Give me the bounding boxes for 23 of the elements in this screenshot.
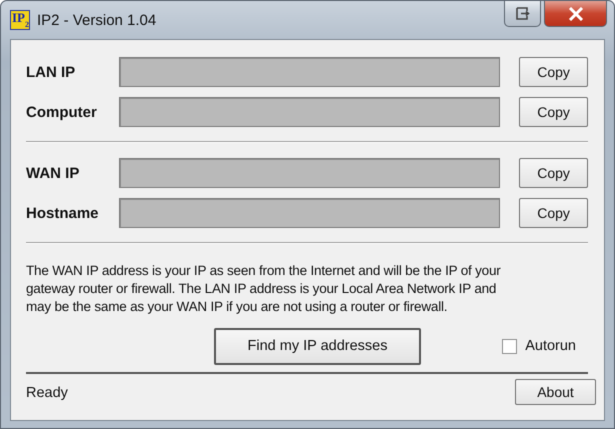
restore-button[interactable] bbox=[504, 1, 541, 27]
window-icon bbox=[516, 7, 530, 20]
field-label: LAN IP bbox=[26, 64, 76, 80]
field-label: Computer bbox=[26, 104, 98, 120]
copy-button[interactable]: Copy bbox=[519, 97, 588, 127]
about-button[interactable]: About bbox=[515, 379, 596, 405]
copy-button[interactable]: Copy bbox=[519, 198, 588, 228]
checkbox[interactable] bbox=[502, 338, 518, 354]
copy-button[interactable]: Copy bbox=[519, 158, 588, 188]
window-title: IP2 - Version 1.04 bbox=[37, 12, 156, 28]
input-field[interactable] bbox=[118, 97, 500, 127]
status-text: Ready bbox=[26, 385, 68, 401]
field-label: Hostname bbox=[26, 204, 100, 222]
input-field[interactable] bbox=[118, 158, 500, 188]
checkbox-label: Autorun bbox=[525, 338, 576, 354]
close-icon bbox=[568, 6, 584, 20]
field-label: WAN IP bbox=[26, 164, 80, 182]
input-field[interactable] bbox=[118, 198, 500, 228]
close-button[interactable] bbox=[544, 1, 607, 27]
find-button[interactable]: Find my IP addresses bbox=[214, 328, 421, 364]
copy-button[interactable]: Copy bbox=[519, 57, 588, 87]
input-field[interactable] bbox=[118, 57, 500, 87]
info-text: The WAN IP address is your IP as seen from the Internet and will be the IP of your gateway router or firewall. The LAN IP address is your Local Area Network IP and may be the same as your WAN IP if you are not using a router or firewall. bbox=[26, 262, 502, 316]
